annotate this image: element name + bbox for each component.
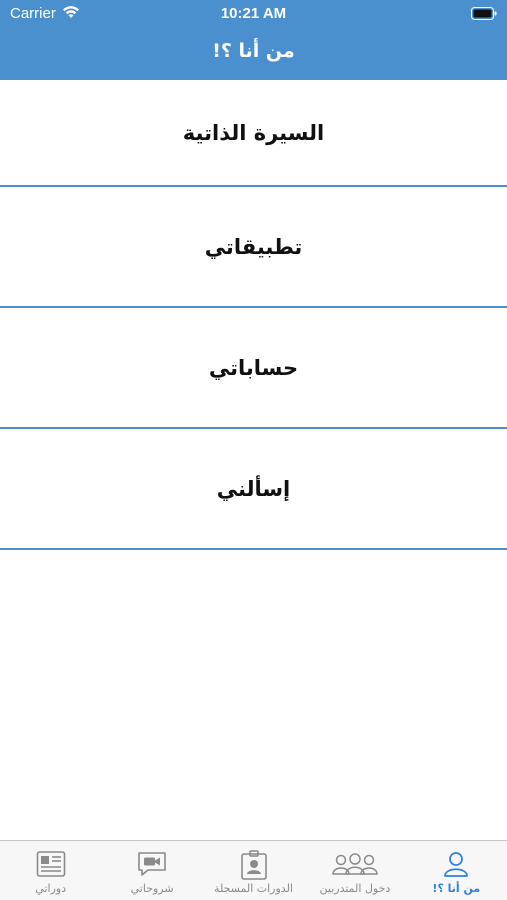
menu-list: السيرة الذاتية تطبيقاتي حساباتي إسألني — [0, 80, 507, 550]
clock-label: 10:21 AM — [220, 5, 287, 22]
newspaper-icon — [36, 851, 66, 877]
tab-who-am-i[interactable]: من أنا ؟! — [406, 841, 507, 900]
tab-label: دوراتي — [35, 882, 67, 895]
menu-item-label: السيرة الذاتية — [182, 120, 325, 145]
video-chat-icon — [138, 852, 166, 876]
tab-recorded-courses[interactable]: الدورات المسجلة — [203, 841, 304, 900]
menu-item-apps[interactable]: تطبيقاتي — [0, 187, 507, 308]
menu-item-label: تطبيقاتي — [204, 234, 303, 259]
status-bar: Carrier 10:21 AM — [0, 0, 507, 28]
tab-label: شروحاتي — [130, 882, 174, 895]
navigation-bar: من أنا ؟! — [0, 28, 507, 80]
tab-label: من أنا ؟! — [432, 882, 481, 895]
menu-item-ask-me[interactable]: إسألني — [0, 429, 507, 550]
menu-item-label: إسألني — [216, 476, 291, 501]
tab-my-tutorials[interactable]: شروحاتي — [101, 841, 202, 900]
tab-trainee-login[interactable]: دخول المتدربين — [304, 841, 405, 900]
id-badge-icon — [240, 850, 267, 880]
battery-icon — [471, 7, 497, 20]
tab-my-courses[interactable]: دوراتي — [0, 841, 101, 900]
tab-bar: دوراتي شروحاتي الدورات المسجلة دخول المت… — [0, 840, 507, 900]
group-icon — [332, 853, 378, 875]
tab-label: دخول المتدربين — [319, 882, 391, 895]
menu-item-cv[interactable]: السيرة الذاتية — [0, 80, 507, 187]
person-icon — [444, 852, 469, 877]
menu-item-accounts[interactable]: حساباتي — [0, 308, 507, 429]
menu-item-label: حساباتي — [208, 355, 299, 380]
page-title: من أنا ؟! — [212, 40, 295, 62]
tab-label: الدورات المسجلة — [214, 882, 293, 895]
